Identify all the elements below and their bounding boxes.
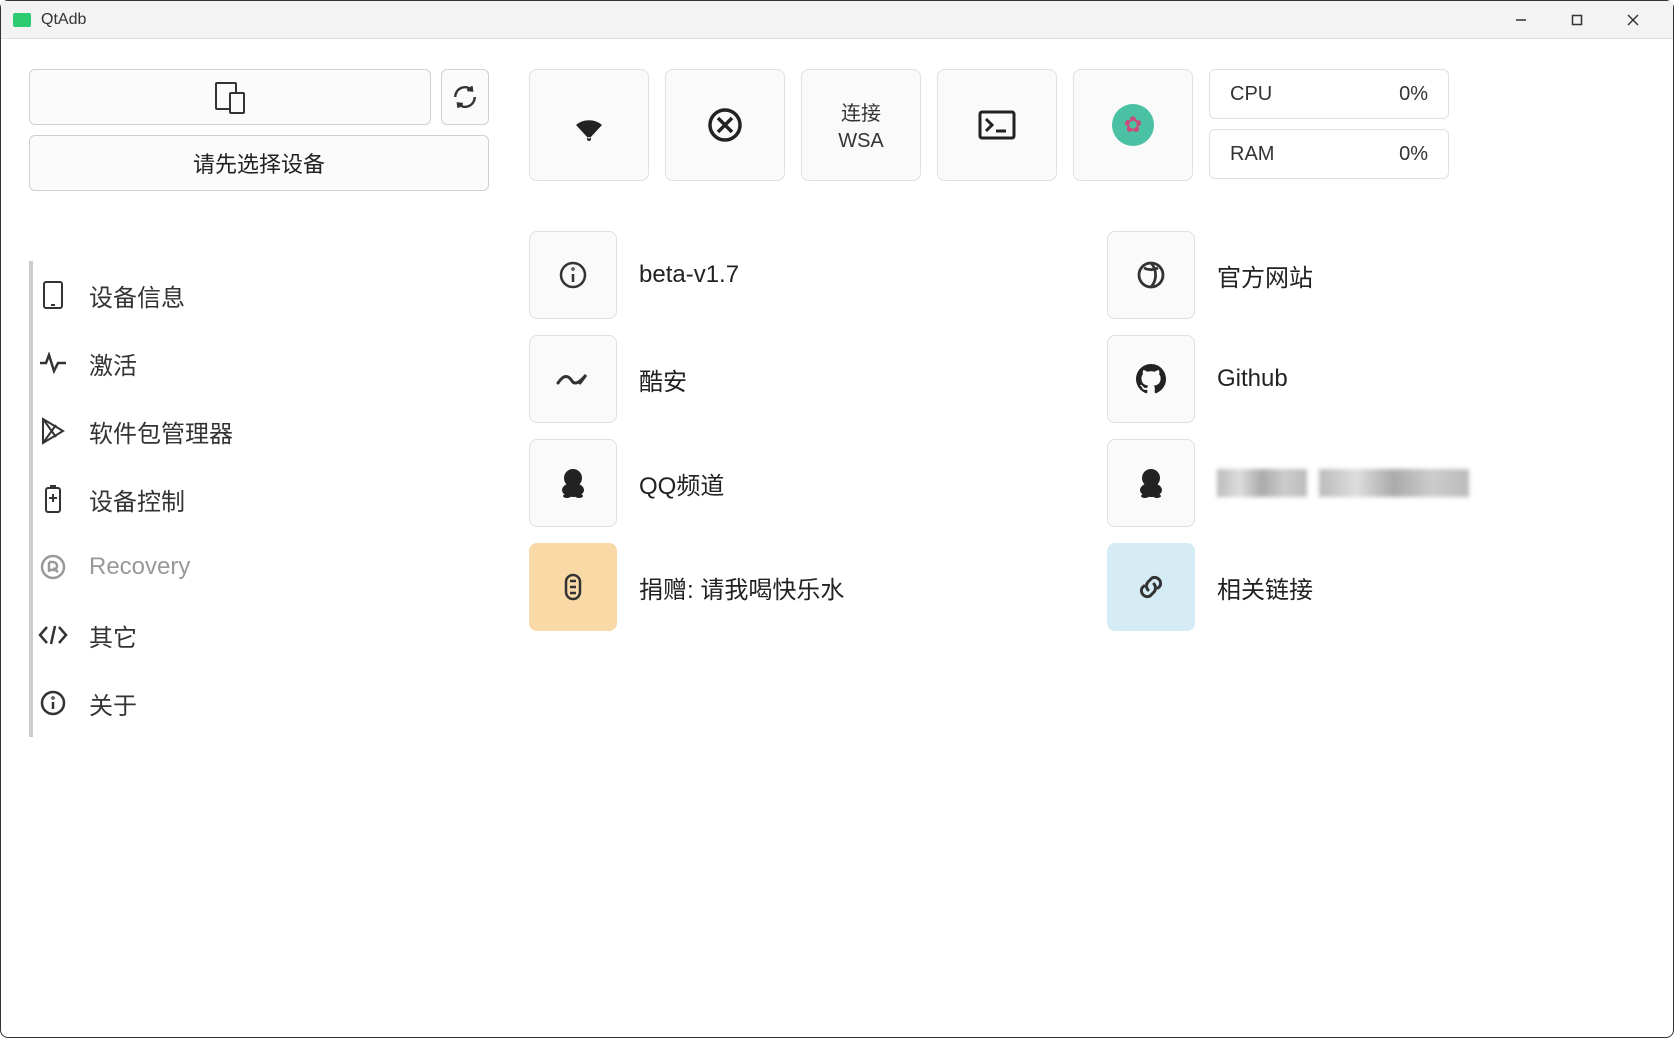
sidebar-item-label: 激活	[89, 346, 137, 381]
link-label: 官方网站	[1217, 258, 1313, 293]
sidebar-item-label: 其它	[89, 618, 137, 653]
info-icon	[529, 231, 617, 319]
sidebar-item-package-manager[interactable]: 软件包管理器	[29, 397, 489, 465]
wifi-icon	[568, 107, 610, 143]
connect-wsa-button[interactable]: 连接 WSA	[801, 69, 921, 181]
sidebar-item-activate[interactable]: 激活	[29, 329, 489, 397]
close-button[interactable]	[1605, 1, 1661, 39]
phone-icon	[37, 280, 69, 310]
link-related[interactable]: 相关链接	[1107, 543, 1645, 631]
link-qq[interactable]: QQ频道	[529, 439, 1067, 527]
link-label: beta-v1.7	[639, 261, 739, 289]
sidebar-item-label: Recovery	[89, 553, 190, 581]
magisk-button[interactable]	[1073, 69, 1193, 181]
link-redacted[interactable]	[1107, 439, 1645, 527]
ram-stat: RAM 0%	[1209, 129, 1449, 179]
link-donate[interactable]: 捐赠: 请我喝快乐水	[529, 543, 1067, 631]
sidebar-item-other[interactable]: 其它	[29, 601, 489, 669]
coolapk-icon	[529, 335, 617, 423]
ram-label: RAM	[1230, 143, 1274, 166]
devices-icon	[210, 79, 250, 115]
magisk-icon	[1112, 104, 1154, 146]
sidebar-item-label: 设备控制	[89, 482, 185, 517]
sidebar-item-label: 软件包管理器	[89, 414, 233, 449]
connect-wsa-label-1: 连接	[841, 97, 881, 126]
close-circle-icon	[706, 106, 744, 144]
info-icon	[37, 690, 69, 716]
refresh-icon	[452, 84, 478, 110]
link-website[interactable]: 官方网站	[1107, 231, 1645, 319]
link-coolapk[interactable]: 酷安	[529, 335, 1067, 423]
sidebar-item-label: 设备信息	[89, 278, 185, 313]
select-device-label: 请先选择设备	[193, 147, 325, 179]
play-icon	[37, 417, 69, 445]
refresh-button[interactable]	[441, 69, 489, 125]
activity-icon	[37, 352, 69, 374]
cpu-value: 0%	[1399, 83, 1428, 106]
qq-icon	[1107, 439, 1195, 527]
qq-icon	[529, 439, 617, 527]
browser-icon	[1107, 231, 1195, 319]
donate-icon	[529, 543, 617, 631]
select-device-button[interactable]: 请先选择设备	[29, 135, 489, 191]
disconnect-button[interactable]	[665, 69, 785, 181]
minimize-button[interactable]	[1493, 1, 1549, 39]
link-icon	[1107, 543, 1195, 631]
link-label: Github	[1217, 365, 1288, 393]
terminal-icon	[978, 110, 1016, 140]
link-label: 相关链接	[1217, 570, 1313, 605]
link-version[interactable]: beta-v1.7	[529, 231, 1067, 319]
link-github[interactable]: Github	[1107, 335, 1645, 423]
window-title: QtAdb	[41, 11, 1493, 29]
code-icon	[37, 624, 69, 646]
sidebar-item-device-control[interactable]: 设备控制	[29, 465, 489, 533]
device-select-dropdown[interactable]	[29, 69, 431, 125]
sidebar-item-recovery[interactable]: Recovery	[29, 533, 489, 601]
connect-wsa-label-2: WSA	[838, 130, 884, 153]
window-controls	[1493, 1, 1661, 39]
battery-icon	[37, 484, 69, 514]
redacted-text	[1217, 469, 1469, 497]
link-label: QQ频道	[639, 466, 724, 501]
titlebar: QtAdb	[1, 1, 1673, 39]
sidebar-item-label: 关于	[89, 686, 137, 721]
sidebar: 设备信息 激活 软件包管理器 设备控制	[29, 261, 489, 737]
terminal-button[interactable]	[937, 69, 1057, 181]
github-icon	[1107, 335, 1195, 423]
app-icon	[13, 13, 31, 27]
cpu-label: CPU	[1230, 83, 1272, 106]
wifi-button[interactable]	[529, 69, 649, 181]
link-label: 捐赠: 请我喝快乐水	[639, 570, 844, 605]
sidebar-item-device-info[interactable]: 设备信息	[29, 261, 489, 329]
maximize-button[interactable]	[1549, 1, 1605, 39]
recovery-icon	[37, 553, 69, 581]
link-label: 酷安	[639, 362, 687, 397]
ram-value: 0%	[1399, 143, 1428, 166]
cpu-stat: CPU 0%	[1209, 69, 1449, 119]
sidebar-item-about[interactable]: 关于	[29, 669, 489, 737]
